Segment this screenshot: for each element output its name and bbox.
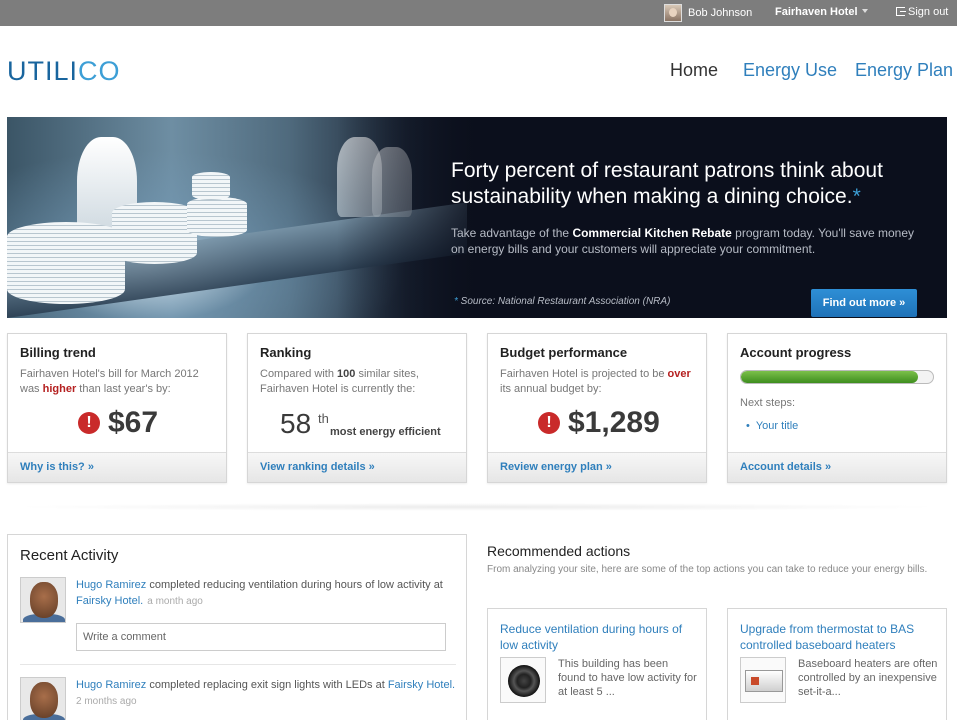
next-steps-label: Next steps: <box>740 397 796 409</box>
activity-place-link[interactable]: Fairsky Hotel. <box>76 595 143 607</box>
logo-accent: CO <box>78 56 121 86</box>
kitchen-photo <box>7 117 497 318</box>
hero-banner: Forty percent of restaurant patrons thin… <box>7 117 947 318</box>
activity-separator <box>20 664 456 665</box>
activity-text: Hugo Ramirez completed replacing exit si… <box>76 679 456 707</box>
recommendation-text: Baseboard heaters are often controlled b… <box>798 658 938 698</box>
progress-fill <box>741 371 918 383</box>
nav-energy-use[interactable]: Energy Use <box>743 60 837 81</box>
sign-out-link[interactable]: Sign out <box>896 6 948 18</box>
budget-value: ! $1,289 <box>538 406 660 440</box>
view-ranking-details-link[interactable]: View ranking details » <box>248 452 466 482</box>
activity-time: a month ago <box>147 596 203 607</box>
activity-user-link[interactable]: Hugo Ramirez <box>76 579 146 591</box>
site-name: Fairhaven Hotel <box>775 6 858 18</box>
recommendation-text: This building has been found to have low… <box>558 658 697 698</box>
heater-icon <box>740 657 786 703</box>
recommendation-title-link[interactable]: Reduce ventilation during hours of low a… <box>500 621 700 653</box>
top-bar: Bob Johnson Fairhaven Hotel Sign out <box>0 0 957 26</box>
hero-title: Forty percent of restaurant patrons thin… <box>451 159 883 208</box>
section-divider <box>7 503 947 511</box>
rank-suffix: th <box>318 411 329 426</box>
sign-out-label: Sign out <box>908 6 949 18</box>
next-step-item[interactable]: Your title <box>746 420 798 432</box>
activity-user-link[interactable]: Hugo Ramirez <box>76 679 146 691</box>
activity-avatar[interactable] <box>20 577 66 623</box>
review-energy-plan-link[interactable]: Review energy plan » <box>488 452 706 482</box>
card-title: Budget performance <box>500 345 628 360</box>
nav-energy-plan[interactable]: Energy Plan <box>855 60 953 81</box>
card-description: Fairhaven Hotel is projected to be over … <box>500 368 691 395</box>
card-description: Fairhaven Hotel's bill for March 2012 wa… <box>20 368 199 395</box>
rank-label: most energy efficient <box>330 426 441 438</box>
nav-home[interactable]: Home <box>670 60 718 81</box>
account-progress-card: Account progress Next steps: Your title … <box>727 333 947 483</box>
recent-activity-title: Recent Activity <box>20 547 119 564</box>
activity-place-link[interactable]: Fairsky Hotel. <box>388 679 455 691</box>
comment-input[interactable]: Write a comment <box>76 623 446 651</box>
sign-out-icon <box>896 7 906 16</box>
account-details-link[interactable]: Account details » <box>728 452 946 482</box>
logo[interactable]: UTILICO <box>7 56 121 87</box>
user-name: Bob Johnson <box>688 7 753 19</box>
card-title: Account progress <box>740 345 852 360</box>
hero-source: * Source: National Restaurant Associatio… <box>454 296 671 307</box>
billing-trend-card: Billing trend Fairhaven Hotel's bill for… <box>7 333 227 483</box>
site-selector[interactable]: Fairhaven Hotel <box>775 6 868 18</box>
recommendation-card: Reduce ventilation during hours of low a… <box>487 608 707 720</box>
recommended-actions-title: Recommended actions <box>487 543 631 559</box>
recommended-actions-description: From analyzing your site, here are some … <box>487 564 928 575</box>
recent-activity-panel: Recent Activity Hugo Ramirez completed r… <box>7 534 467 720</box>
why-is-this-link[interactable]: Why is this? » <box>8 452 226 482</box>
fan-icon <box>500 657 546 703</box>
chevron-down-icon <box>861 9 868 13</box>
budget-performance-card: Budget performance Fairhaven Hotel is pr… <box>487 333 707 483</box>
billing-value: ! $67 <box>78 406 158 440</box>
account-progress-bar <box>740 370 934 384</box>
activity-time: 2 months ago <box>76 696 137 707</box>
user-avatar <box>664 4 682 22</box>
find-out-more-button[interactable]: Find out more » <box>811 289 917 317</box>
hero-text: Take advantage of the Commercial Kitchen… <box>451 226 915 256</box>
activity-text: Hugo Ramirez completed reducing ventilat… <box>76 579 443 607</box>
ranking-card: Ranking Compared with 100 similar sites,… <box>247 333 467 483</box>
recommendation-card: Upgrade from thermostat to BAS controlle… <box>727 608 947 720</box>
card-title: Billing trend <box>20 345 96 360</box>
card-title: Ranking <box>260 345 312 360</box>
alert-icon: ! <box>538 412 560 434</box>
alert-icon: ! <box>78 412 100 434</box>
activity-avatar[interactable] <box>20 677 66 720</box>
rank-number: 58 <box>280 408 312 439</box>
user-menu[interactable]: Bob Johnson <box>664 2 752 24</box>
logo-main: UTILI <box>7 56 79 86</box>
rebate-program-name: Commercial Kitchen Rebate <box>572 226 732 240</box>
card-description: Compared with 100 similar sites, Fairhav… <box>260 368 419 395</box>
recommendation-title-link[interactable]: Upgrade from thermostat to BAS controlle… <box>740 621 940 653</box>
